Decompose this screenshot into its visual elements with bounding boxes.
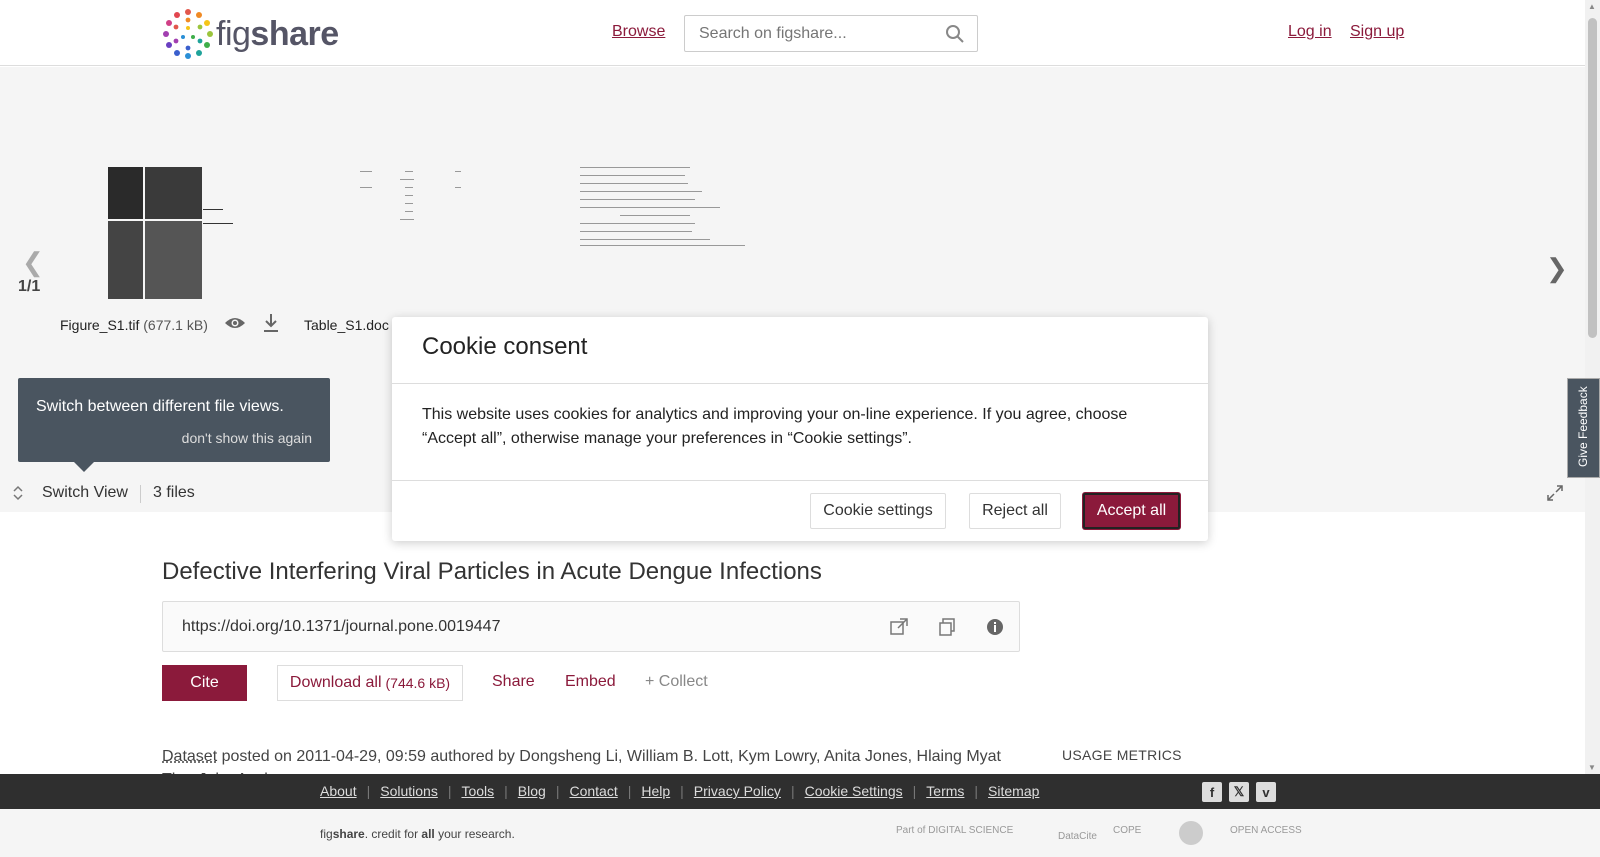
search-input[interactable] — [699, 25, 929, 43]
embed-link[interactable]: Embed — [565, 673, 616, 691]
file-name-figure: Figure_S1.tif (677.1 kB) — [60, 317, 208, 333]
tooltip-text: Switch between different file views. — [36, 398, 284, 415]
footer-link-about[interactable]: About — [320, 783, 357, 799]
divider — [140, 485, 141, 503]
figshare-logo[interactable]: figshare — [162, 8, 339, 60]
open-access-logo[interactable]: OPEN ACCESS — [1230, 825, 1302, 836]
footer-link-sitemap[interactable]: Sitemap — [988, 783, 1039, 799]
external-link-icon[interactable] — [889, 617, 909, 637]
file-thumbnail-figure[interactable] — [85, 167, 245, 299]
cookie-dialog-body: This website uses cookies for analytics … — [422, 406, 1128, 447]
info-icon[interactable] — [985, 617, 1005, 637]
copy-icon[interactable] — [937, 617, 957, 637]
doi-link[interactable]: https://doi.org/10.1371/journal.pone.001… — [182, 618, 500, 636]
carousel-counter: 1/1 — [18, 278, 41, 295]
expand-icon[interactable] — [1546, 484, 1564, 502]
reject-all-button[interactable]: Reject all — [969, 493, 1061, 529]
give-feedback-tab[interactable]: Give Feedback — [1567, 378, 1600, 478]
footer-separator: | — [974, 783, 979, 799]
search-icon[interactable] — [945, 24, 965, 44]
footer-credit: figshare. credit for all your research. — [320, 827, 515, 841]
datacite-logo[interactable]: DataCite — [1058, 831, 1097, 842]
file-name-table: Table_S1.doc — [304, 317, 389, 333]
download-all-button[interactable]: Download all (744.6 kB) — [277, 665, 463, 701]
cookie-settings-button[interactable]: Cookie settings — [810, 493, 946, 529]
switch-view-tooltip: Switch between different file views. don… — [18, 378, 330, 472]
download-icon[interactable] — [262, 313, 280, 333]
footer-separator: | — [627, 783, 632, 799]
footer-link-terms[interactable]: Terms — [926, 783, 964, 799]
footer-bottom: figshare. credit for all your research. … — [0, 809, 1600, 857]
footer-separator: | — [912, 783, 917, 799]
cope-logo[interactable]: COPE — [1113, 825, 1141, 836]
partner-seal-icon[interactable] — [1179, 821, 1203, 845]
switch-view-icon[interactable] — [11, 485, 25, 501]
page-title: Defective Interfering Viral Particles in… — [162, 558, 822, 585]
footer-link-privacy-policy[interactable]: Privacy Policy — [694, 783, 781, 799]
digital-science-logo[interactable]: Part of DIGITAL SCIENCE — [896, 825, 1013, 836]
files-count: 3 files — [153, 484, 195, 501]
share-link[interactable]: Share — [492, 673, 535, 691]
footer-links: About | Solutions | Tools | Blog | Contact | Help |… — [320, 783, 1039, 799]
cookie-dialog-title: Cookie consent — [422, 333, 588, 360]
search-box[interactable] — [684, 15, 978, 52]
logo-mark-icon — [163, 9, 213, 59]
footer-link-cookie-settings[interactable]: Cookie Settings — [805, 783, 903, 799]
file-thumbnail-primers[interactable] — [580, 165, 745, 250]
footer-separator: | — [680, 783, 684, 799]
footer-link-help[interactable]: Help — [641, 783, 670, 799]
footer-link-solutions[interactable]: Solutions — [380, 783, 438, 799]
tooltip-caret — [74, 462, 94, 472]
accept-all-button[interactable]: Accept all — [1083, 493, 1180, 529]
chevron-left-icon[interactable]: ❮ — [22, 247, 44, 278]
footer-separator: | — [447, 783, 452, 799]
footer-nav: About | Solutions | Tools | Blog | Contact | Help |… — [0, 774, 1600, 809]
footer-link-blog[interactable]: Blog — [518, 783, 546, 799]
signup-link[interactable]: Sign up — [1350, 23, 1404, 41]
footer-link-tools[interactable]: Tools — [461, 783, 494, 799]
footer-separator: | — [504, 783, 508, 799]
feedback-label: Give Feedback — [1576, 386, 1590, 467]
scroll-thumb[interactable] — [1588, 18, 1597, 338]
tooltip-dismiss-link[interactable]: don't show this again — [182, 430, 312, 446]
item-type-link[interactable]: Dataset — [162, 748, 217, 765]
facebook-icon[interactable]: f — [1202, 782, 1222, 802]
cite-button[interactable]: Cite — [162, 665, 247, 701]
switch-view-button[interactable]: Switch View — [42, 484, 128, 502]
logo-text: figshare — [216, 14, 339, 53]
footer-separator: | — [790, 783, 795, 799]
footer-separator: | — [366, 783, 371, 799]
file-thumbnail-table[interactable] — [360, 167, 470, 227]
footer-separator: | — [555, 783, 560, 799]
cookie-consent-dialog: Cookie consent This website uses cookies… — [392, 317, 1208, 541]
usage-metrics-heading: USAGE METRICS — [1062, 747, 1182, 763]
footer-link-contact[interactable]: Contact — [569, 783, 617, 799]
doi-box: https://doi.org/10.1371/journal.pone.001… — [162, 601, 1020, 652]
chevron-right-icon[interactable]: ❯ — [1546, 253, 1568, 284]
divider — [392, 383, 1208, 384]
scroll-up-arrow-icon[interactable]: ▲ — [1588, 2, 1596, 11]
login-link[interactable]: Log in — [1288, 23, 1332, 41]
vimeo-icon[interactable]: v — [1256, 782, 1276, 802]
collect-link[interactable]: + Collect — [645, 673, 708, 691]
scroll-down-arrow-icon[interactable]: ▼ — [1588, 763, 1596, 772]
site-header: figshare Browse Log in Sign up — [0, 0, 1600, 66]
x-twitter-icon[interactable]: 𝕏 — [1229, 782, 1249, 802]
divider — [392, 480, 1208, 481]
eye-icon[interactable] — [224, 315, 246, 331]
browse-link[interactable]: Browse — [612, 23, 665, 41]
